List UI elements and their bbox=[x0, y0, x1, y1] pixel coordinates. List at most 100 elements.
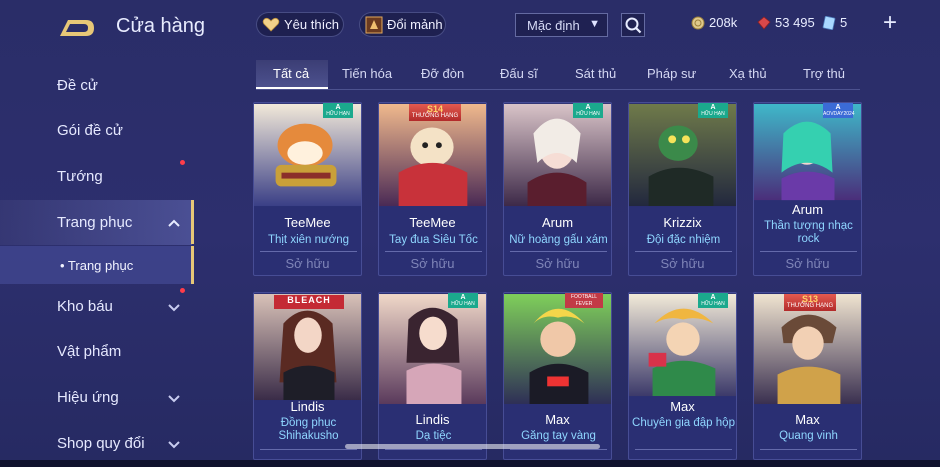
sidebar-item-label: Đề cử bbox=[57, 77, 98, 94]
sort-dropdown[interactable]: Mặc định ▼ bbox=[515, 13, 608, 37]
sidebar-item-label: Hiệu ứng bbox=[57, 389, 119, 406]
sidebar-subitem-label: • Trang phục bbox=[60, 257, 134, 273]
skin-card[interactable]: S14 THƯỞNG HẠNG TeeMee Tay đua Siêu Tốc S… bbox=[378, 102, 487, 276]
skin-card[interactable]: A HỮU HẠN TeeMee Thịt xiên nướng Sở hữu bbox=[253, 102, 362, 276]
card-divider bbox=[510, 449, 607, 450]
gem-balance: 53 495 bbox=[757, 15, 815, 30]
card-divider bbox=[260, 449, 357, 450]
tab-support[interactable]: Trợ thủ bbox=[803, 66, 845, 81]
sidebar-item-label: Trang phục bbox=[57, 214, 133, 231]
skin-art bbox=[504, 294, 611, 404]
notification-dot bbox=[180, 288, 185, 293]
hero-name: Arum bbox=[541, 215, 574, 230]
skin-name: Găng tay vàng bbox=[521, 430, 596, 442]
skin-name: Đội đặc nhiệm bbox=[646, 234, 721, 246]
skin-card[interactable]: A HỮU HẠN Arum Nữ hoàng gấu xám Sở hữu bbox=[503, 102, 612, 276]
card-divider bbox=[385, 251, 482, 252]
skin-art bbox=[254, 293, 361, 401]
sidebar-item-bundles[interactable]: Gói đề cử bbox=[0, 108, 192, 165]
tabs-divider bbox=[256, 89, 860, 90]
skin-card[interactable]: A HỮU HẠN Krizzix Đội đặc nhiệm Sở hữu bbox=[628, 102, 737, 276]
card-divider bbox=[760, 251, 857, 252]
owned-status: Sở hữu bbox=[285, 256, 330, 271]
voucher-balance: 5 bbox=[822, 15, 847, 30]
sidebar-item-treasure[interactable]: Kho báu bbox=[0, 284, 192, 329]
back-icon[interactable] bbox=[56, 16, 98, 38]
voucher-amount: 5 bbox=[840, 15, 848, 30]
search-icon bbox=[625, 17, 642, 34]
skin-card[interactable]: A HỮU HẠN Lindis Dạ tiệc bbox=[378, 292, 487, 460]
sidebar-subitem-skins[interactable]: • Trang phục bbox=[0, 246, 192, 284]
gold-coin-icon bbox=[691, 16, 705, 29]
sort-value: Mặc định bbox=[527, 17, 580, 33]
skin-card[interactable]: FOOTBALL FEVER Max Găng tay vàng bbox=[503, 292, 612, 460]
skin-art bbox=[254, 103, 361, 207]
chevron-down-icon bbox=[168, 304, 180, 312]
chevron-up-icon bbox=[168, 219, 180, 227]
skin-card[interactable]: BLEACH Lindis Đồng phục Shihakusho bbox=[253, 292, 362, 460]
skin-name: Thịt xiên nướng bbox=[267, 234, 350, 246]
hero-name: Arum bbox=[791, 202, 824, 217]
skin-name: Quang vinh bbox=[779, 430, 838, 442]
category-tabs: Tất cả Tiến hóa Đỡ đòn Đấu sĩ Sát thủ Ph… bbox=[256, 60, 860, 90]
skin-art bbox=[504, 103, 611, 207]
shard-exchange-button[interactable]: Đổi mảnh bbox=[359, 12, 446, 37]
tab-mage[interactable]: Pháp sư bbox=[647, 66, 696, 81]
owned-status: Sở hữu bbox=[410, 256, 455, 271]
limited-badge: A HỮU HẠN bbox=[698, 103, 728, 118]
sidebar-item-label: Kho báu bbox=[57, 298, 113, 315]
sidebar: Đề cử Gói đề cử Tướng Trang phục • Trang… bbox=[0, 60, 194, 467]
hero-name: Max bbox=[795, 412, 820, 427]
card-divider bbox=[635, 251, 732, 252]
voucher-icon bbox=[822, 15, 836, 30]
card-divider bbox=[635, 449, 732, 450]
skin-card[interactable]: A AOVDAY2024 Arum Thần tượng nhạc rock Sở… bbox=[753, 102, 862, 276]
sidebar-item-label: Vật phẩm bbox=[57, 343, 122, 360]
gem-amount: 53 495 bbox=[775, 15, 815, 30]
heart-icon bbox=[262, 17, 280, 32]
limited-badge: A HỮU HẠN bbox=[323, 103, 353, 118]
owned-status: Sở hữu bbox=[535, 256, 580, 271]
skin-art bbox=[379, 294, 486, 404]
sidebar-item-items[interactable]: Vật phẩm bbox=[0, 329, 192, 374]
skin-card[interactable]: S13 THƯỞNG HẠNG Max Quang vinh bbox=[753, 292, 862, 460]
active-sub-marker bbox=[191, 246, 194, 284]
tab-tank[interactable]: Đỡ đòn bbox=[421, 66, 464, 81]
scroll-indicator[interactable] bbox=[345, 444, 600, 449]
hero-name: Max bbox=[670, 399, 695, 414]
hero-name: TeeMee bbox=[284, 215, 331, 230]
shard-icon bbox=[365, 16, 383, 33]
sidebar-item-heroes[interactable]: Tướng bbox=[0, 154, 192, 199]
skin-card[interactable]: A HỮU HẠN Max Chuyên gia đập hộp bbox=[628, 292, 737, 460]
hero-name: TeeMee bbox=[409, 215, 456, 230]
tab-assassin[interactable]: Sát thủ bbox=[575, 66, 616, 81]
favorite-button[interactable]: Yêu thích bbox=[256, 12, 344, 37]
hero-name: Max bbox=[545, 412, 570, 427]
tab-fighter[interactable]: Đấu sĩ bbox=[500, 66, 538, 81]
skin-name: Nữ hoàng gấu xám bbox=[509, 234, 608, 246]
chevron-down-icon bbox=[168, 395, 180, 403]
bleach-badge: BLEACH bbox=[274, 295, 344, 309]
skin-art bbox=[629, 293, 736, 397]
tab-evolution[interactable]: Tiến hóa bbox=[342, 66, 392, 81]
top-bar: Cửa hàng Yêu thích Đổi mảnh Mặc định ▼ 2… bbox=[0, 0, 940, 52]
aov-day-badge: A AOVDAY2024 bbox=[823, 103, 855, 118]
football-fever-badge: FOOTBALL FEVER bbox=[565, 293, 603, 308]
bottom-strip bbox=[0, 460, 940, 467]
hero-name: Krizzix bbox=[663, 215, 702, 230]
card-divider bbox=[385, 449, 482, 450]
skin-name: Tay đua Siêu Tốc bbox=[389, 234, 478, 246]
sidebar-item-label: Shop quy đổi bbox=[57, 435, 145, 452]
limited-badge: A HỮU HẠN bbox=[698, 293, 728, 308]
tab-marksman[interactable]: Xạ thủ bbox=[729, 66, 767, 81]
search-button[interactable] bbox=[621, 13, 645, 37]
tab-all[interactable]: Tất cả bbox=[273, 66, 309, 81]
add-currency-button[interactable]: + bbox=[883, 11, 897, 35]
sidebar-item-effects[interactable]: Hiệu ứng bbox=[0, 375, 192, 420]
ranked-badge: S13 THƯỞNG HẠNG bbox=[784, 294, 836, 311]
skin-name: Chuyên gia đập hộp bbox=[632, 417, 735, 429]
card-divider bbox=[260, 251, 357, 252]
sidebar-item-recommended[interactable]: Đề cử bbox=[0, 63, 192, 108]
sidebar-item-skins[interactable]: Trang phục bbox=[0, 200, 192, 245]
active-marker bbox=[191, 200, 194, 244]
